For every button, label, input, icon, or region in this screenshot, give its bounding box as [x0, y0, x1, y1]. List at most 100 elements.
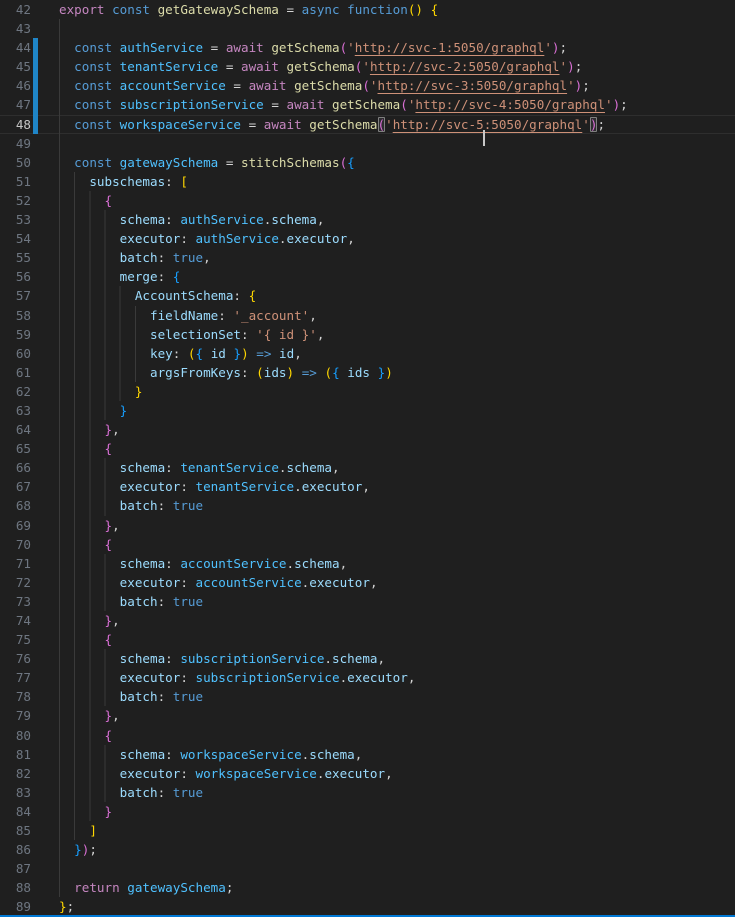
code-line: 87 — [0, 859, 735, 878]
token: await — [249, 78, 295, 93]
token: , — [112, 422, 120, 437]
code-text: } — [59, 802, 112, 821]
code-text: key: ({ id }) => id, — [59, 344, 302, 363]
line-number: 47 — [0, 95, 31, 114]
token: authService — [196, 231, 279, 246]
line-number: 64 — [0, 420, 31, 439]
token: { — [105, 193, 113, 208]
code-editor[interactable]: 42export const getGatewaySchema = async … — [0, 0, 735, 915]
token — [59, 479, 120, 494]
code-text: schema: authService.schema, — [59, 210, 324, 229]
token — [271, 346, 279, 361]
line-number: 58 — [0, 306, 31, 325]
matched-bracket: ( — [378, 117, 386, 132]
token: ) — [385, 365, 393, 380]
token: true — [173, 689, 203, 704]
token — [59, 117, 74, 132]
token — [59, 155, 74, 170]
token: schema — [120, 747, 166, 762]
code-line: 66 schema: tenantService.schema, — [0, 458, 735, 477]
token: } — [74, 842, 82, 857]
code-line: 73 batch: true — [0, 592, 735, 611]
token — [59, 269, 120, 284]
token: = — [279, 2, 302, 17]
code-text: executor: tenantService.executor, — [59, 477, 370, 496]
token: , — [370, 575, 378, 590]
token: const — [74, 78, 120, 93]
token: '_account' — [233, 308, 309, 323]
code-text: schema: accountService.schema, — [59, 554, 347, 573]
token: , — [378, 651, 386, 666]
token: fieldName — [150, 308, 218, 323]
token: ' — [560, 59, 568, 74]
line-number: 83 — [0, 783, 31, 802]
token: const — [74, 59, 120, 74]
line-number: 63 — [0, 401, 31, 420]
token: ) — [552, 40, 560, 55]
line-number: 43 — [0, 19, 31, 38]
token: : — [158, 689, 173, 704]
git-modified-indicator[interactable] — [33, 115, 38, 134]
code-text: batch: true — [59, 496, 203, 515]
code-text: fieldName: '_account', — [59, 306, 317, 325]
git-modified-indicator[interactable] — [33, 38, 38, 57]
token: executor — [287, 231, 348, 246]
token: selectionSet — [150, 327, 241, 342]
line-number: 66 — [0, 458, 31, 477]
token: executor — [120, 575, 181, 590]
token: id — [279, 346, 294, 361]
line-number: 60 — [0, 344, 31, 363]
token — [59, 708, 105, 723]
token: } — [105, 708, 113, 723]
token — [59, 785, 120, 800]
code-text: schema: tenantService.schema, — [59, 458, 340, 477]
token: , — [317, 327, 325, 342]
token: http://svc-5 — [393, 117, 484, 132]
token: } — [105, 804, 113, 819]
token: schema — [309, 747, 355, 762]
token: [ — [180, 174, 188, 189]
git-modified-indicator[interactable] — [33, 57, 38, 76]
token: batch — [120, 594, 158, 609]
token: } — [59, 899, 67, 914]
token: = — [226, 78, 249, 93]
token — [59, 880, 74, 895]
token: : — [158, 594, 173, 609]
token: executor — [120, 479, 181, 494]
token: { — [347, 155, 355, 170]
code-line: 59 selectionSet: '{ id }', — [0, 325, 735, 344]
token: . — [287, 556, 295, 571]
code-text: const gatewaySchema = stitchSchemas({ — [59, 153, 355, 172]
token: schema — [287, 460, 333, 475]
token: true — [173, 250, 203, 265]
token: getGatewaySchema — [158, 2, 279, 17]
token: : — [165, 174, 180, 189]
token: = — [241, 117, 264, 132]
line-number: 72 — [0, 573, 31, 592]
token — [59, 193, 105, 208]
git-modified-indicator[interactable] — [33, 76, 38, 95]
token: getSchema — [332, 97, 400, 112]
line-number: 57 — [0, 286, 31, 305]
token: : — [180, 575, 195, 590]
token: tenantService — [196, 479, 295, 494]
token: subscriptionService — [120, 97, 264, 112]
token: ; — [575, 59, 583, 74]
token: => — [302, 365, 317, 380]
token: key — [150, 346, 173, 361]
code-text: AccountSchema: { — [59, 286, 256, 305]
git-modified-indicator[interactable] — [33, 95, 38, 114]
code-text: const authService = await getSchema('htt… — [59, 38, 567, 57]
line-number: 67 — [0, 477, 31, 496]
token: { — [332, 365, 340, 380]
code-text: { — [59, 535, 112, 554]
token: , — [309, 308, 317, 323]
token: gatewaySchema — [127, 880, 226, 895]
line-number: 59 — [0, 325, 31, 344]
token: ' — [567, 78, 575, 93]
token: { — [249, 288, 257, 303]
code-line: 42export const getGatewaySchema = async … — [0, 0, 735, 19]
token — [59, 365, 150, 380]
token — [59, 575, 120, 590]
token: authService — [180, 212, 263, 227]
